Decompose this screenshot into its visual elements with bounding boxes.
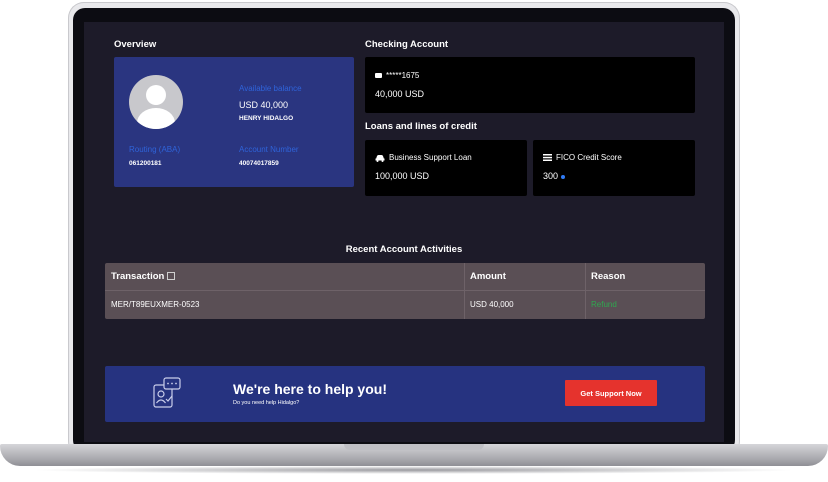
loan-name: Business Support Loan	[389, 153, 472, 162]
activities-title: Recent Account Activities	[345, 244, 463, 255]
bars-icon	[543, 154, 552, 161]
column-transaction: Transaction	[111, 263, 176, 290]
avatar-body	[137, 108, 175, 129]
avatar	[129, 75, 183, 129]
fico-line: FICO Credit Score	[543, 153, 622, 162]
account-number-value: 40074017859	[239, 160, 279, 167]
column-divider	[464, 263, 465, 319]
fico-label: FICO Credit Score	[556, 153, 622, 162]
fico-score: 300	[543, 171, 566, 181]
activities-table: Transaction Amount Reason MER/T89EUXMER-…	[105, 263, 705, 319]
fico-score-card[interactable]: FICO Credit Score 300	[533, 140, 695, 196]
routing-value: 061200181	[129, 160, 162, 167]
get-support-button[interactable]: Get Support Now	[565, 380, 657, 406]
column-reason: Reason	[591, 271, 626, 282]
checking-balance: 40,000 USD	[375, 89, 425, 99]
checking-account-card[interactable]: *****1675 40,000 USD	[365, 57, 695, 113]
loan-amount: 100,000 USD	[375, 171, 430, 181]
transaction-reason: Refund	[591, 300, 617, 309]
help-headline: We're here to help you!	[233, 381, 387, 397]
car-icon	[375, 154, 385, 162]
business-loan-card[interactable]: Business Support Loan 100,000 USD	[365, 140, 527, 196]
app-screen: Overview Available balance USD 40,000 HE…	[84, 22, 724, 442]
masked-account-number: *****1675	[386, 71, 420, 80]
available-balance-label: Available balance	[239, 84, 302, 93]
overview-title: Overview	[114, 39, 157, 50]
help-banner: We're here to help you! Do you need help…	[105, 366, 705, 422]
transaction-id: MER/T89EUXMER-0523	[111, 300, 200, 309]
help-subtext: Do you need help Hidalgo?	[233, 400, 300, 406]
copy-icon[interactable]	[167, 272, 176, 280]
avatar-head	[146, 85, 166, 105]
checking-account-line: *****1675	[375, 71, 419, 80]
transaction-amount: USD 40,000	[470, 300, 514, 309]
account-number-label: Account Number	[239, 145, 299, 154]
status-dot-icon	[561, 174, 566, 179]
loans-title: Loans and lines of credit	[365, 121, 477, 132]
business-loan-line: Business Support Loan	[375, 153, 472, 162]
card-icon	[375, 73, 382, 78]
support-chat-icon	[153, 377, 181, 408]
laptop-base-notch	[344, 444, 484, 450]
column-divider	[585, 263, 586, 319]
checking-account-title: Checking Account	[365, 39, 449, 50]
fico-value: 300	[543, 171, 559, 181]
column-amount: Amount	[470, 271, 506, 282]
transaction-header: Transaction	[111, 271, 165, 282]
laptop-shadow	[30, 466, 798, 474]
available-balance-value: USD 40,000	[239, 100, 289, 110]
routing-label: Routing (ABA)	[129, 145, 181, 154]
overview-card: Available balance USD 40,000 HENRY HIDAL…	[114, 57, 354, 187]
account-holder-name: HENRY HIDALGO	[239, 115, 294, 122]
